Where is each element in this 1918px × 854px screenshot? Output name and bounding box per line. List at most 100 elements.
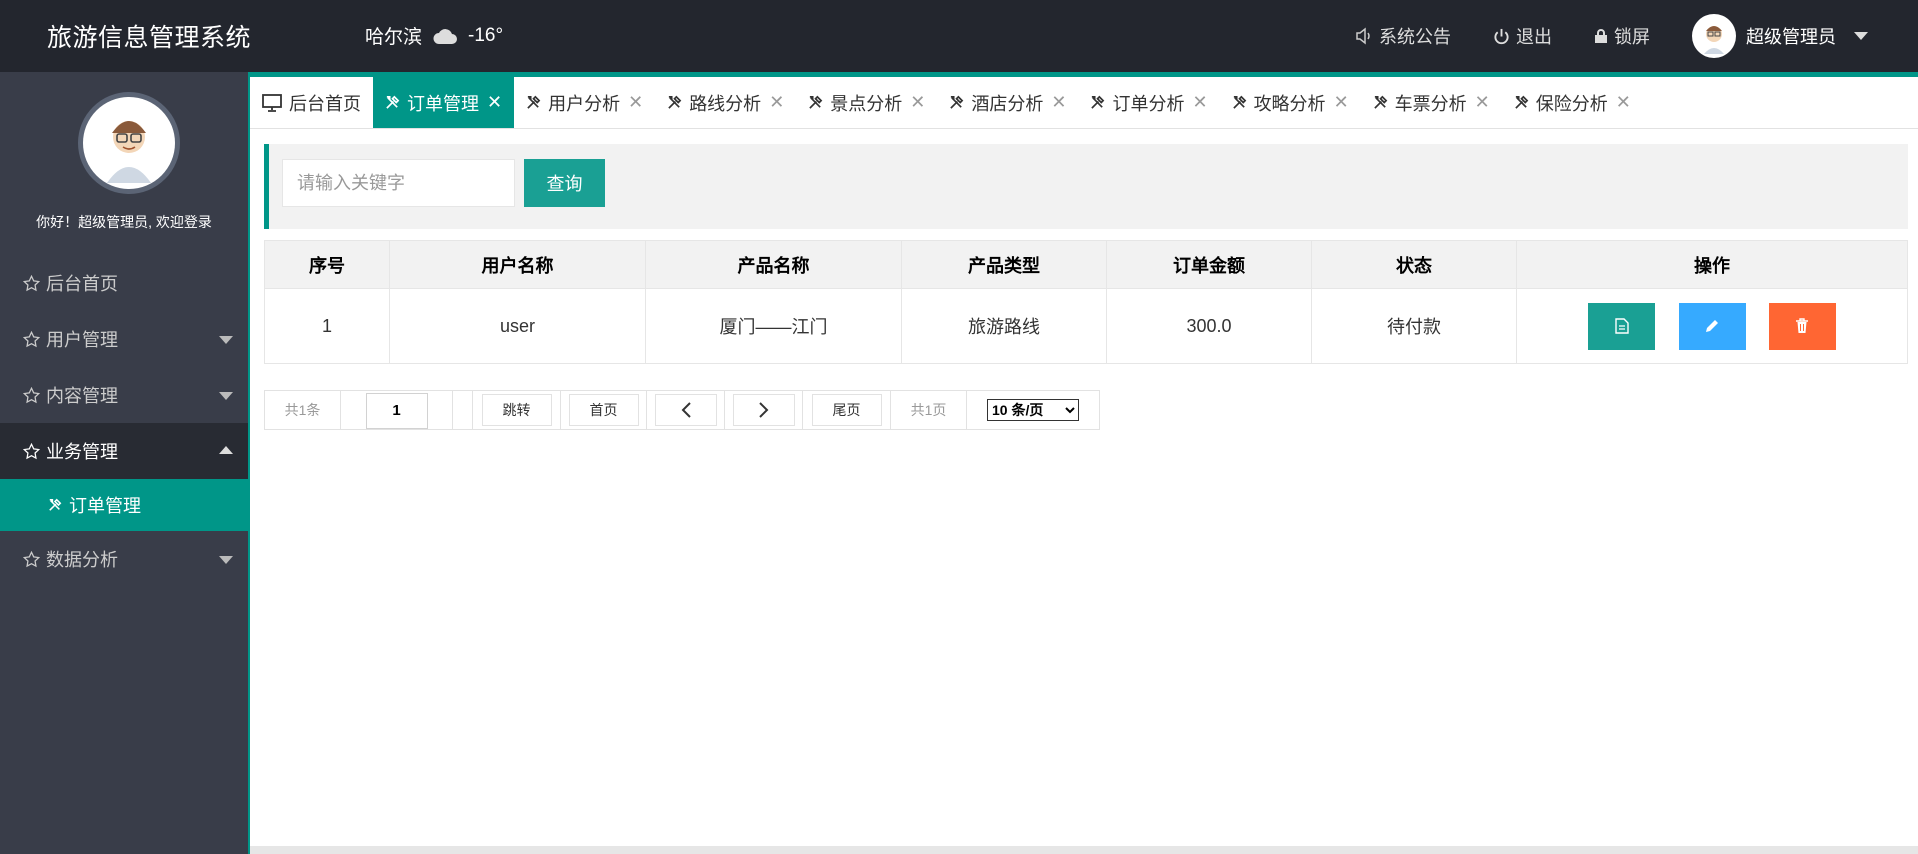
search-button[interactable]: 查询	[524, 159, 605, 207]
user-name: 超级管理员	[1746, 27, 1836, 47]
tools-icon	[950, 95, 964, 109]
chevron-up-icon	[219, 446, 233, 454]
tools-icon	[1373, 95, 1387, 109]
horizontal-scrollbar[interactable]	[250, 846, 1918, 854]
table-row: 1 user 厦门——江门 旅游路线 300.0 待付款	[264, 288, 1908, 364]
sidebar-item-label: 数据分析	[46, 550, 118, 570]
star-icon	[23, 442, 40, 459]
announcement-label: 系统公告	[1379, 27, 1451, 47]
tab-insurance-analysis[interactable]: 保险分析 ✕	[1502, 77, 1643, 128]
total-pages: 共1页	[891, 391, 967, 429]
table-cell: 旅游路线	[901, 288, 1107, 364]
close-icon[interactable]: ✕	[628, 92, 643, 113]
tab-label: 景点分析	[830, 93, 903, 114]
page-size-cell: 10 条/页	[967, 391, 1099, 429]
sidebar-item-content-management[interactable]: 内容管理	[0, 367, 248, 423]
tools-icon	[1091, 95, 1105, 109]
tab-order-management[interactable]: 订单管理 ✕	[373, 77, 515, 128]
page-size-select[interactable]: 10 条/页	[987, 399, 1079, 421]
lock-screen-link[interactable]: 锁屏	[1594, 23, 1650, 49]
page-input-cell	[341, 391, 453, 429]
tab-user-analysis[interactable]: 用户分析 ✕	[514, 77, 655, 128]
tab-route-analysis[interactable]: 路线分析 ✕	[655, 77, 796, 128]
top-bar: 旅游信息管理系统 哈尔滨 -16° 系统公告 退出 锁屏 超级管理员	[0, 0, 1918, 72]
delete-button[interactable]	[1768, 302, 1836, 350]
prev-page-button[interactable]	[654, 394, 717, 426]
sidebar-item-business-management[interactable]: 业务管理	[0, 423, 248, 479]
sidebar-item-data-analysis[interactable]: 数据分析	[0, 531, 248, 587]
star-icon	[23, 330, 40, 347]
tab-label: 用户分析	[548, 93, 621, 114]
cloud-icon	[432, 27, 458, 45]
tab-label: 后台首页	[289, 93, 361, 114]
pagination: 共1条 跳转 首页 尾页 共1页 10 条/页	[264, 390, 1100, 430]
tools-icon	[1515, 95, 1529, 109]
prev-cell	[647, 391, 725, 429]
close-icon[interactable]: ✕	[769, 92, 784, 113]
star-icon	[23, 386, 40, 403]
tab-label: 攻略分析	[1253, 93, 1326, 114]
speaker-icon	[1355, 27, 1373, 45]
first-cell: 首页	[561, 391, 647, 429]
tab-guide-analysis[interactable]: 攻略分析 ✕	[1220, 77, 1361, 128]
column-header: 产品名称	[645, 240, 902, 289]
tab-ticket-analysis[interactable]: 车票分析 ✕	[1361, 77, 1502, 128]
table-cell: 1	[264, 288, 390, 364]
tab-dashboard[interactable]: 后台首页	[250, 77, 373, 128]
close-icon[interactable]: ✕	[1616, 92, 1631, 113]
sidebar-item-user-management[interactable]: 用户管理	[0, 311, 248, 367]
next-cell	[725, 391, 803, 429]
welcome-text: 你好！超级管理员, 欢迎登录	[36, 214, 212, 230]
tab-bar: 后台首页 订单管理 ✕ 用户分析 ✕ 路线分析 ✕ 景点分析 ✕ 酒店分析 ✕	[250, 77, 1918, 129]
sidebar-item-dashboard[interactable]: 后台首页	[0, 255, 248, 311]
announcement-link[interactable]: 系统公告	[1355, 23, 1451, 49]
last-page-button[interactable]: 尾页	[811, 394, 882, 426]
table-cell: 300.0	[1106, 288, 1312, 364]
edit-button[interactable]	[1678, 302, 1746, 350]
column-header: 订单金额	[1106, 240, 1312, 289]
view-button[interactable]	[1588, 302, 1656, 350]
close-icon[interactable]: ✕	[1051, 92, 1066, 113]
sidebar-subitem-label: 订单管理	[69, 496, 141, 516]
weather-widget: 哈尔滨 -16°	[365, 22, 503, 49]
power-icon	[1493, 28, 1510, 45]
close-icon[interactable]: ✕	[1334, 92, 1349, 113]
document-icon	[1615, 318, 1629, 334]
close-icon[interactable]: ✕	[487, 92, 502, 113]
chevron-left-icon	[681, 402, 691, 418]
tools-icon	[668, 95, 682, 109]
user-menu[interactable]: 超级管理员	[1692, 14, 1868, 58]
chevron-right-icon	[758, 402, 768, 418]
sidebar-subitem-order-management[interactable]: 订单管理	[0, 479, 248, 531]
tab-label: 路线分析	[689, 93, 762, 114]
tab-attraction-analysis[interactable]: 景点分析 ✕	[796, 77, 937, 128]
tab-label: 车票分析	[1394, 93, 1467, 114]
tab-order-analysis[interactable]: 订单分析 ✕	[1078, 77, 1219, 128]
main-content: 后台首页 订单管理 ✕ 用户分析 ✕ 路线分析 ✕ 景点分析 ✕ 酒店分析 ✕	[248, 72, 1918, 854]
next-page-button[interactable]	[732, 394, 795, 426]
sidebar-item-label: 业务管理	[46, 442, 118, 462]
chevron-down-icon	[219, 336, 233, 344]
pager-spacer	[453, 391, 473, 429]
chevron-down-icon	[1854, 32, 1868, 40]
first-page-button[interactable]: 首页	[568, 394, 639, 426]
sidebar-item-label: 内容管理	[46, 386, 118, 406]
monitor-icon	[262, 93, 282, 112]
logout-link[interactable]: 退出	[1493, 23, 1552, 49]
page-number-input[interactable]	[365, 392, 428, 429]
jump-button[interactable]: 跳转	[481, 394, 552, 426]
sidebar-avatar	[83, 97, 175, 189]
column-header: 状态	[1311, 240, 1517, 289]
tab-hotel-analysis[interactable]: 酒店分析 ✕	[937, 77, 1078, 128]
lock-label: 锁屏	[1614, 27, 1650, 47]
search-input[interactable]	[282, 159, 515, 207]
column-header: 产品类型	[901, 240, 1107, 289]
close-icon[interactable]: ✕	[1192, 92, 1207, 113]
chevron-down-icon	[219, 392, 233, 400]
tools-icon	[527, 95, 541, 109]
sidebar-avatar-frame	[78, 92, 180, 194]
close-icon[interactable]: ✕	[910, 92, 925, 113]
close-icon[interactable]: ✕	[1475, 92, 1490, 113]
avatar	[1692, 14, 1736, 58]
total-count: 共1条	[265, 391, 341, 429]
